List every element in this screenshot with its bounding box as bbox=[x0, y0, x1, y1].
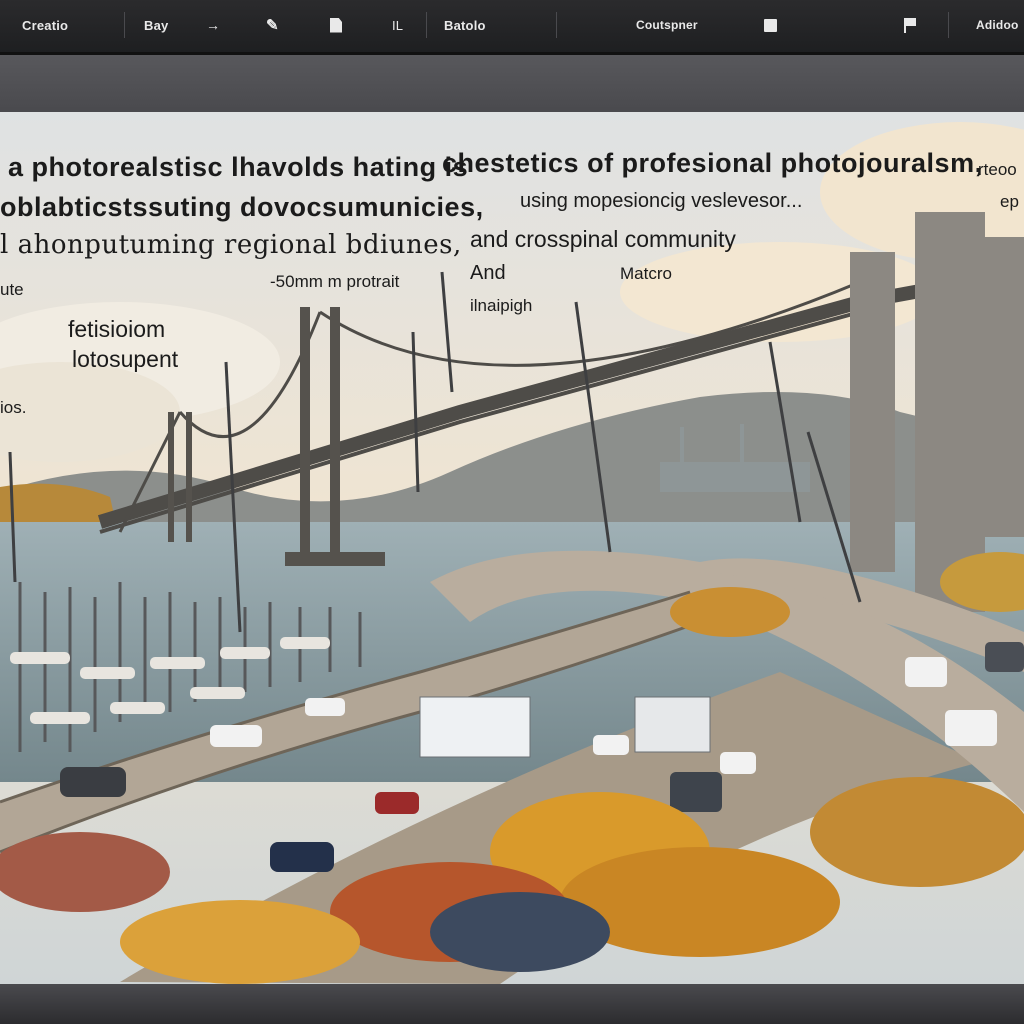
caption-matcro: Matcro bbox=[620, 264, 672, 283]
caption-and: And bbox=[470, 262, 506, 284]
adidoo-button[interactable]: Adidoo bbox=[968, 10, 1024, 40]
caption-lens: -50mm m protrait bbox=[270, 272, 400, 291]
caption-fragment-ep: ep bbox=[1000, 192, 1019, 211]
caption-fragment-rteoo: rteoo bbox=[978, 160, 1017, 179]
caption-line-1a: a photorealstisc lhavolds hating is bbox=[8, 152, 469, 182]
bay-label: Bay bbox=[144, 17, 169, 33]
coutspner-button[interactable]: Coutspner bbox=[628, 10, 706, 40]
square-button[interactable] bbox=[756, 10, 785, 40]
creatio-label: Creatio bbox=[22, 17, 69, 33]
toolbar-divider bbox=[556, 12, 557, 38]
document-icon bbox=[330, 17, 342, 33]
caption-line-3a: l ahonputuming regional bdiunes, bbox=[0, 230, 462, 260]
caption-line-3b: and crosspinal community bbox=[470, 226, 736, 252]
toolbar-divider bbox=[948, 12, 949, 38]
il-label: IL bbox=[392, 17, 404, 33]
coutspner-label: Coutspner bbox=[636, 18, 698, 32]
caption-lotosupent: lotosupent bbox=[72, 346, 179, 372]
pencil-icon: ✎ bbox=[266, 17, 279, 34]
arrow-button[interactable]: → bbox=[198, 10, 228, 40]
caption-fetisioiom: fetisioiom bbox=[68, 316, 166, 342]
top-toolbar: Creatio Bay → ✎ IL Batolo Coutspner Adid… bbox=[0, 0, 1024, 55]
batolo-label: Batolo bbox=[444, 17, 486, 33]
creatio-button[interactable]: Creatio bbox=[14, 10, 76, 40]
caption-line-2a: oblabticstssuting dovocsumunicies, bbox=[0, 192, 484, 222]
toolbar-divider bbox=[124, 12, 125, 38]
caption-line-1b: chestetics of profesional photojouralsm, bbox=[442, 148, 983, 178]
arrow-icon: → bbox=[206, 17, 221, 33]
caption-ios: ios. bbox=[0, 398, 27, 417]
pencil-button[interactable]: ✎ bbox=[258, 10, 287, 40]
batolo-button[interactable]: Batolo bbox=[436, 10, 494, 40]
flag-icon bbox=[904, 17, 918, 33]
caption-ilnaipigh: ilnaipigh bbox=[470, 296, 533, 315]
il-button[interactable]: IL bbox=[384, 10, 411, 40]
adidoo-label: Adidoo bbox=[976, 18, 1019, 32]
monitor-bottom-frame bbox=[0, 984, 1024, 1024]
caption-fragment-ute: ute bbox=[0, 280, 24, 299]
artwork-canvas: a photorealstisc lhavolds hating is ches… bbox=[0, 112, 1024, 984]
caption-line-2b: using mopesioncig veslevesor... bbox=[520, 190, 803, 212]
flag-button[interactable] bbox=[896, 10, 926, 40]
bay-button[interactable]: Bay bbox=[136, 10, 176, 40]
toolbar-divider bbox=[426, 12, 427, 38]
square-icon bbox=[764, 18, 777, 32]
document-button[interactable] bbox=[322, 10, 350, 40]
